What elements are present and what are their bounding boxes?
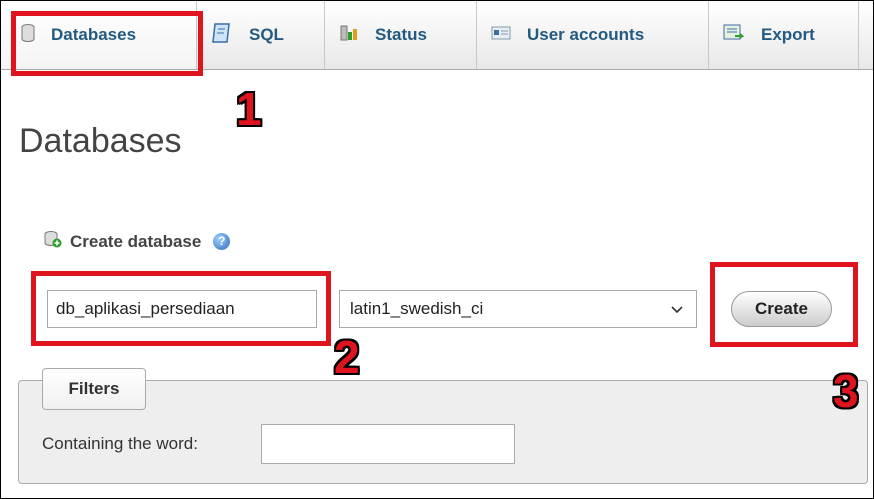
status-chart-icon [339, 23, 359, 48]
annotation-number-3: 3 [833, 365, 859, 417]
create-database-label: Create database [70, 231, 202, 251]
create-database-heading: Create database ? [44, 230, 231, 253]
tab-user-accounts[interactable]: User accounts [477, 1, 709, 69]
filter-word-input[interactable] [261, 424, 515, 464]
tab-export[interactable]: Export [709, 1, 859, 69]
sql-icon [211, 22, 233, 49]
export-icon [723, 23, 745, 48]
chevron-down-icon [670, 299, 684, 324]
annotation-number-2: 2 [334, 331, 360, 383]
annotation-box-2 [31, 271, 331, 346]
create-database-icon [44, 230, 62, 253]
tab-label: Export [761, 25, 815, 44]
collation-selected-value: latin1_swedish_ci [350, 299, 484, 318]
page-title: Databases [19, 122, 182, 160]
annotation-number-1: 1 [236, 83, 262, 135]
help-icon[interactable]: ? [213, 233, 231, 250]
tab-status[interactable]: Status [325, 1, 477, 69]
user-accounts-icon [491, 25, 511, 46]
collation-select[interactable]: latin1_swedish_ci [339, 290, 697, 328]
annotation-box-1 [11, 11, 203, 76]
tab-sql[interactable]: SQL [197, 1, 325, 69]
filter-label: Containing the word: [42, 434, 198, 453]
tab-label: Status [375, 25, 427, 44]
tab-label: SQL [249, 25, 284, 44]
filters-legend: Filters [42, 368, 146, 410]
annotation-box-3 [710, 262, 858, 347]
tab-label: User accounts [527, 25, 645, 44]
